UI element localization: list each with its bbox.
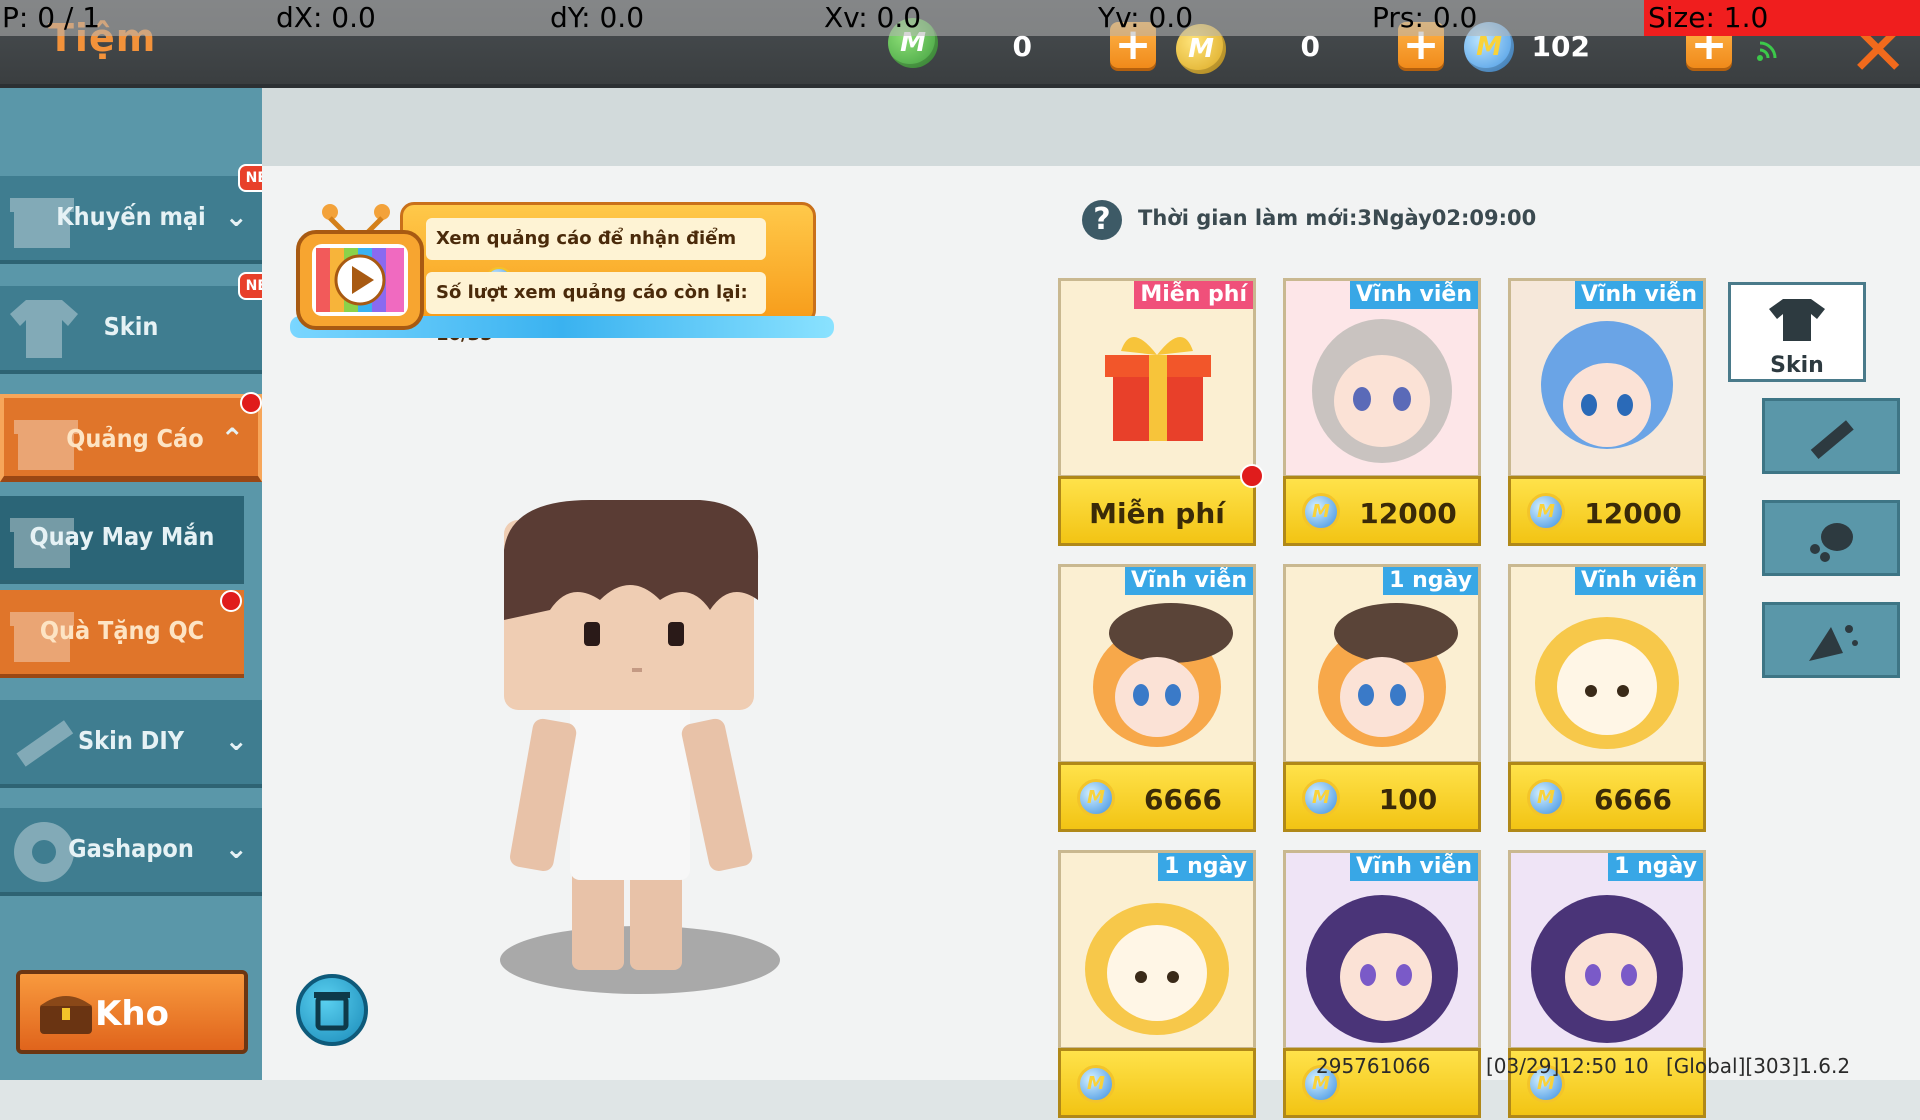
- mini-coin-icon: M: [1302, 779, 1340, 817]
- pencil-icon: [1810, 420, 1854, 460]
- debug-yv: Yv: 0.0: [1098, 1, 1194, 34]
- footprint-icon: [1810, 523, 1853, 562]
- main-header-strip: [262, 88, 1920, 166]
- mini-coin-icon: M: [1527, 779, 1565, 817]
- tab-skin[interactable]: Skin: [1728, 282, 1866, 382]
- item-duration-tag: Vĩnh viễn: [1124, 567, 1253, 595]
- sidebar-item-label: Quà Tặng QC: [39, 616, 205, 645]
- debug-dy: dY: 0.0: [550, 1, 645, 34]
- shop-item-card[interactable]: Vĩnh viễn M 12000: [1283, 278, 1481, 548]
- item-price: Miễn phí: [1089, 497, 1225, 530]
- trash-icon: [314, 992, 350, 1031]
- skin-portrait-icon: [1541, 321, 1673, 449]
- trash-button[interactable]: [296, 974, 368, 1046]
- skin-portrait-icon: [1535, 617, 1679, 749]
- avatar-preview: [500, 500, 780, 994]
- item-duration-tag: Vĩnh viễn: [1574, 281, 1703, 309]
- item-price: 12000: [1359, 497, 1457, 530]
- footer-version: [Global][303]1.6.2: [1666, 1054, 1851, 1078]
- mini-coin-icon: M: [1077, 1065, 1115, 1103]
- ad-line-1: Xem quảng cáo để nhận điểm MiniM: [426, 218, 766, 295]
- ad-line-2: Số lượt xem quảng cáo còn lại: 10/35: [426, 272, 766, 345]
- item-price: 6666: [1144, 783, 1222, 816]
- shop-item-card[interactable]: Vĩnh viễn M 6666: [1508, 564, 1706, 834]
- chevron-down-icon: ⌄: [224, 724, 248, 757]
- sidebar-item-label: Skin DIY: [77, 726, 185, 755]
- skin-portrait-icon: [1306, 895, 1458, 1043]
- party-popper-icon: [1809, 625, 1858, 661]
- item-duration-tag: 1 ngày: [1608, 853, 1703, 881]
- kho-button[interactable]: Kho: [16, 970, 248, 1054]
- watch-ad-banner[interactable]: Xem quảng cáo để nhận điểm MiniM Số lượt…: [290, 198, 834, 345]
- debug-xv: Xv: 0.0: [824, 1, 922, 34]
- item-price: 100: [1378, 783, 1438, 816]
- skin-portrait-icon: [1085, 903, 1229, 1035]
- shirt-icon: [1769, 299, 1825, 341]
- sidebar-item-quang-cao[interactable]: Quảng Cáo ⌃: [0, 394, 262, 482]
- item-price-button[interactable]: M 12000: [1283, 476, 1481, 546]
- notification-dot: [240, 392, 262, 414]
- item-price-button[interactable]: M 6666: [1508, 762, 1706, 832]
- sidebar-item-quay-may-man[interactable]: Quay May Mắn: [0, 496, 244, 584]
- skin-portrait-icon: [1312, 319, 1452, 463]
- shop-item-card[interactable]: Miễn phí Miễn phí: [1058, 278, 1264, 548]
- tab-pet[interactable]: [1762, 500, 1900, 576]
- item-price-button[interactable]: M 6666: [1058, 762, 1256, 832]
- notification-dot: [220, 590, 242, 612]
- debug-pointer: P: 0 / 1: [2, 1, 101, 34]
- help-icon[interactable]: ?: [1082, 200, 1122, 240]
- sidebar-item-label: Quay May Mắn: [29, 522, 215, 551]
- item-duration-tag: 1 ngày: [1383, 567, 1478, 595]
- chevron-down-icon: ⌄: [224, 200, 248, 233]
- skin-portrait-icon: [1531, 895, 1683, 1043]
- kho-label: Kho: [95, 994, 169, 1034]
- signal-icon: [1757, 41, 1777, 61]
- sidebar-item-label: Skin: [103, 312, 159, 341]
- item-duration-tag: Miễn phí: [1134, 281, 1253, 309]
- shop-item-card[interactable]: Vĩnh viễn M 12000: [1508, 278, 1706, 548]
- refresh-timer: Thời gian làm mới:3Ngày02:09:00: [1138, 206, 1537, 230]
- sidebar-item-skin-diy[interactable]: Skin DIY ⌄: [0, 700, 262, 788]
- sidebar-item-gashapon[interactable]: Gashapon ⌄: [0, 808, 262, 896]
- item-price-button[interactable]: Miễn phí: [1058, 476, 1256, 546]
- sidebar-item-label: Khuyến mại: [56, 202, 206, 231]
- skin-portrait-icon: [1318, 603, 1458, 747]
- debug-prs: Prs: 0.0: [1372, 1, 1478, 34]
- footer-time: [03/29]12:50 10: [1486, 1054, 1649, 1078]
- gift-icon: [1105, 336, 1211, 441]
- item-price-button[interactable]: M: [1058, 1048, 1256, 1118]
- item-duration-tag: Vĩnh viễn: [1349, 281, 1478, 309]
- sidebar-item-khuyen-mai[interactable]: Khuyến mại ⌄: [0, 176, 262, 264]
- item-price: 12000: [1584, 497, 1682, 530]
- item-duration-tag: Vĩnh viễn: [1574, 567, 1703, 595]
- item-price-button[interactable]: M 100: [1283, 762, 1481, 832]
- item-duration-tag: 1 ngày: [1158, 853, 1253, 881]
- debug-overlay: P: 0 / 1 dX: 0.0 dY: 0.0 Xv: 0.0 Yv: 0.0…: [0, 0, 1920, 36]
- debug-size: Size: 1.0: [1644, 0, 1920, 36]
- debug-dx: dX: 0.0: [276, 1, 376, 34]
- item-duration-tag: Vĩnh viễn: [1349, 853, 1478, 881]
- tab-effect[interactable]: [1762, 602, 1900, 678]
- item-price-button[interactable]: M 12000: [1508, 476, 1706, 546]
- tab-diy[interactable]: [1762, 398, 1900, 474]
- chevron-up-icon: ⌃: [220, 422, 244, 455]
- footer-uid: 295761066: [1316, 1054, 1431, 1078]
- sidebar-item-qua-tang-qc[interactable]: Quà Tặng QC: [0, 590, 244, 678]
- mini-coin-icon: M: [1302, 493, 1340, 531]
- sidebar-item-label: Gashapon: [68, 834, 194, 863]
- tv-play-icon: [296, 204, 424, 330]
- item-price: 6666: [1594, 783, 1672, 816]
- mini-coin-icon: M: [1527, 493, 1565, 531]
- shop-item-card[interactable]: 1 ngày M 100: [1283, 564, 1481, 834]
- skin-portrait-icon: [1093, 603, 1233, 747]
- sidebar-item-skin[interactable]: Skin: [0, 286, 262, 374]
- notification-dot: [1240, 464, 1264, 488]
- chevron-down-icon: ⌄: [224, 832, 248, 865]
- mini-coin-icon: M: [1077, 779, 1115, 817]
- tab-skin-label: Skin: [1770, 353, 1824, 378]
- shop-item-card[interactable]: Vĩnh viễn M 6666: [1058, 564, 1256, 834]
